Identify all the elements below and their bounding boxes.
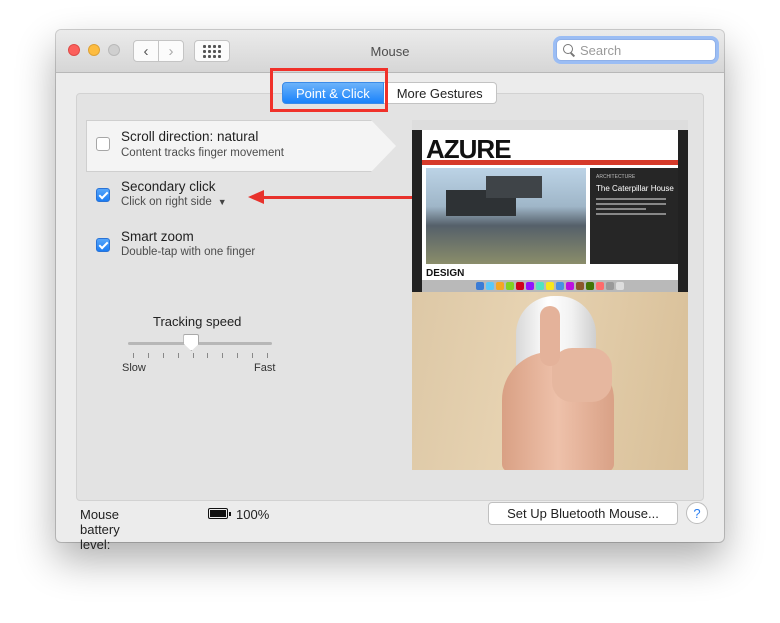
slider-tick: [192, 353, 194, 358]
scroll-direction-subtitle: Content tracks finger movement: [121, 147, 284, 159]
slider-max-label: Fast: [254, 362, 276, 374]
preview-article-panel: ARCHITECTURE The Caterpillar House: [590, 168, 678, 264]
annotation-arrow: [262, 196, 412, 199]
title-bar: ‹ › Mouse Search: [56, 30, 724, 73]
secondary-click-checkbox[interactable]: [96, 188, 110, 202]
slider-tick: [222, 353, 224, 358]
battery-level-value: 100%: [236, 507, 270, 522]
slider-tick: [207, 353, 209, 358]
finger-image: [540, 306, 560, 366]
preview-article-title: The Caterpillar House: [596, 184, 674, 193]
smart-zoom-subtitle: Double-tap with one finger: [121, 246, 256, 258]
annotation-arrowhead: [248, 190, 264, 204]
slider-tick: [252, 353, 254, 358]
chevron-down-icon: ▼: [217, 197, 227, 207]
preview-article-kicker: ARCHITECTURE: [596, 174, 636, 180]
preview-dock: [422, 280, 678, 292]
slider-tick: [162, 353, 164, 358]
annotation-highlight-box: [270, 68, 388, 112]
search-field[interactable]: Search: [556, 39, 716, 61]
slider-min-label: Slow: [122, 362, 146, 374]
slider-tick: [147, 353, 149, 358]
preview-webpage: AZURE ARCHITECTURE The Caterpillar House…: [422, 130, 678, 280]
battery-icon: [208, 508, 231, 519]
setup-bluetooth-mouse-button[interactable]: Set Up Bluetooth Mouse...: [488, 502, 678, 525]
scroll-direction-title: Scroll direction: natural: [121, 129, 259, 144]
help-button[interactable]: ?: [686, 502, 708, 524]
preview-desk: [412, 292, 688, 470]
preview-nav-bar: [422, 160, 678, 165]
battery-level-label: Mouse battery level:: [80, 507, 120, 552]
search-icon: [563, 44, 575, 56]
tab-more-gestures[interactable]: More Gestures: [383, 82, 497, 104]
slider-tick: [177, 353, 179, 358]
preview-browser-toolbar: [412, 120, 688, 130]
search-placeholder: Search: [580, 42, 622, 58]
preview-screen: AZURE ARCHITECTURE The Caterpillar House…: [412, 120, 688, 292]
slider-tick: [267, 353, 268, 358]
secondary-click-title: Secondary click: [121, 179, 216, 194]
selected-option-highlight: [86, 120, 396, 172]
preview-house-photo: [426, 168, 586, 264]
secondary-click-popup[interactable]: Click on right side ▼: [121, 196, 227, 208]
tracking-speed-label: Tracking speed: [153, 314, 242, 329]
smart-zoom-title: Smart zoom: [121, 229, 194, 244]
slider-tick: [237, 353, 239, 358]
gesture-preview-video: AZURE ARCHITECTURE The Caterpillar House…: [412, 120, 688, 470]
smart-zoom-checkbox[interactable]: [96, 238, 110, 252]
secondary-click-subtitle: Click on right side: [121, 196, 212, 208]
tracking-speed-slider[interactable]: [128, 342, 272, 345]
scroll-direction-checkbox[interactable]: [96, 137, 110, 151]
preview-section-label: DESIGN: [426, 268, 465, 279]
slider-tick: [133, 353, 134, 358]
